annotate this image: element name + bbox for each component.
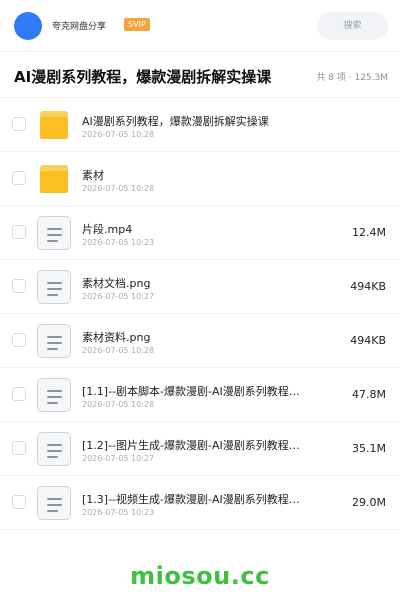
row-checkbox[interactable] bbox=[12, 333, 26, 347]
file-date: 2026-07-05 10:28 bbox=[82, 400, 155, 409]
file-row[interactable]: AI漫剧系列教程，爆款漫剧拆解实操课 2026-07-05 10:28 bbox=[0, 98, 400, 152]
file-row[interactable]: 素材资料.png 2026-07-05 10:28 494KB bbox=[0, 314, 400, 368]
file-name[interactable]: [1.3]--视频生成-爆款漫剧-AI漫剧系列教程… bbox=[82, 491, 302, 507]
file-name[interactable]: [1.2]--图片生成-爆款漫剧-AI漫剧系列教程… bbox=[82, 437, 302, 453]
document-icon bbox=[37, 270, 71, 304]
uploader-name: 夸克网盘分享 bbox=[52, 22, 107, 32]
file-size: 47.8M bbox=[352, 388, 386, 401]
file-size: 494KB bbox=[350, 334, 386, 347]
file-row[interactable]: [1.1]--剧本脚本-爆款漫剧-AI漫剧系列教程… 2026-07-05 10:… bbox=[0, 368, 400, 422]
file-name[interactable]: AI漫剧系列教程，爆款漫剧拆解实操课 bbox=[82, 113, 302, 129]
row-checkbox[interactable] bbox=[12, 171, 26, 185]
document-icon bbox=[37, 324, 71, 358]
row-checkbox[interactable] bbox=[12, 279, 26, 293]
file-name[interactable]: 素材资料.png bbox=[82, 329, 302, 345]
file-row[interactable]: [1.3]--视频生成-爆款漫剧-AI漫剧系列教程… 2026-07-05 10:… bbox=[0, 476, 400, 530]
item-summary: 共 8 项 · 125.3M bbox=[316, 73, 388, 83]
file-date: 2026-07-05 10:27 bbox=[82, 454, 155, 463]
file-size: 12.4M bbox=[352, 226, 386, 239]
share-title-bar: AI漫剧系列教程，爆款漫剧拆解实操课 共 8 项 · 125.3M bbox=[0, 52, 400, 98]
row-checkbox[interactable] bbox=[12, 117, 26, 131]
file-size: 494KB bbox=[350, 280, 386, 293]
row-checkbox[interactable] bbox=[12, 441, 26, 455]
file-name[interactable]: [1.1]--剧本脚本-爆款漫剧-AI漫剧系列教程… bbox=[82, 383, 302, 399]
search-input[interactable]: 搜索 bbox=[317, 12, 388, 40]
file-date: 2026-07-05 10:28 bbox=[82, 184, 155, 193]
row-checkbox[interactable] bbox=[12, 387, 26, 401]
row-checkbox[interactable] bbox=[12, 495, 26, 509]
file-row[interactable]: 片段.mp4 2026-07-05 10:23 12.4M bbox=[0, 206, 400, 260]
file-date: 2026-07-05 10:23 bbox=[82, 508, 155, 517]
folder-icon bbox=[37, 162, 71, 196]
file-row[interactable]: [1.2]--图片生成-爆款漫剧-AI漫剧系列教程… 2026-07-05 10:… bbox=[0, 422, 400, 476]
watermark: miosou.cc bbox=[130, 562, 270, 590]
file-row[interactable]: 素材 2026-07-05 10:28 bbox=[0, 152, 400, 206]
document-icon bbox=[37, 378, 71, 412]
document-icon bbox=[37, 216, 71, 250]
share-page: 夸克网盘分享 SVIP 搜索 AI漫剧系列教程，爆款漫剧拆解实操课 共 8 项 … bbox=[0, 0, 400, 600]
file-size: 35.1M bbox=[352, 442, 386, 455]
file-date: 2026-07-05 10:28 bbox=[82, 130, 155, 139]
folder-icon bbox=[37, 108, 71, 142]
row-checkbox[interactable] bbox=[12, 225, 26, 239]
file-name[interactable]: 素材 bbox=[82, 167, 302, 183]
file-date: 2026-07-05 10:28 bbox=[82, 346, 155, 355]
file-row[interactable]: 素材文档.png 2026-07-05 10:27 494KB bbox=[0, 260, 400, 314]
file-date: 2026-07-05 10:23 bbox=[82, 238, 155, 247]
file-name[interactable]: 素材文档.png bbox=[82, 275, 302, 291]
share-header: 夸克网盘分享 SVIP 搜索 bbox=[0, 0, 400, 52]
file-size: 29.0M bbox=[352, 496, 386, 509]
avatar[interactable] bbox=[14, 12, 42, 40]
file-name[interactable]: 片段.mp4 bbox=[82, 221, 302, 237]
document-icon bbox=[37, 432, 71, 466]
file-list: AI漫剧系列教程，爆款漫剧拆解实操课 2026-07-05 10:28 素材 2026… bbox=[0, 98, 400, 530]
document-icon bbox=[37, 486, 71, 520]
page-title: AI漫剧系列教程，爆款漫剧拆解实操课 bbox=[14, 68, 272, 86]
file-date: 2026-07-05 10:27 bbox=[82, 292, 155, 301]
svip-badge: SVIP bbox=[124, 18, 150, 31]
